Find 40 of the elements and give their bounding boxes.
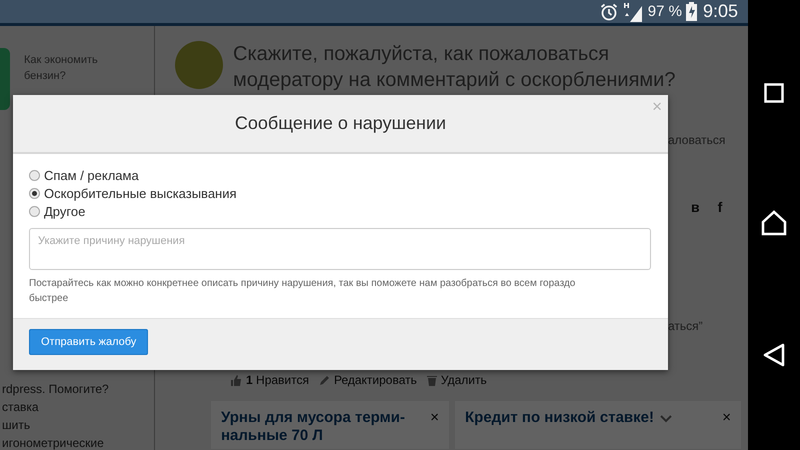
share-button[interactable]: в bbox=[691, 199, 700, 215]
action-link[interactable]: Редактировать bbox=[334, 373, 417, 387]
radio-button[interactable] bbox=[29, 206, 40, 216]
pencil-icon bbox=[318, 374, 330, 386]
answer-text: аловаться bbox=[668, 133, 726, 147]
home-icon[interactable] bbox=[761, 210, 787, 236]
submit-button[interactable]: Отправить жалобу bbox=[29, 329, 148, 355]
ad-title[interactable]: Кредит по низкой ставке! bbox=[465, 409, 654, 427]
sidebar-text: rdpress. Помогите? bbox=[1, 382, 110, 396]
ad-title[interactable]: Урны для мусора терми- нальные 70 Л bbox=[221, 409, 424, 445]
clock-time: 9:05 bbox=[702, 1, 738, 22]
share-button[interactable]: f bbox=[718, 199, 722, 215]
chevron-down-icon bbox=[660, 415, 672, 423]
answer-text: аться” bbox=[668, 319, 704, 333]
question-title: Скажите, пожалуйста, как пожаловаться модератору на комментарий с оскорблениями? bbox=[233, 42, 676, 93]
radio-option[interactable]: Другое bbox=[29, 202, 652, 220]
avatar-circle bbox=[175, 41, 223, 89]
close-button[interactable]: × bbox=[430, 409, 439, 426]
radio-button[interactable] bbox=[29, 188, 40, 198]
close-button[interactable]: × bbox=[722, 409, 731, 426]
back-triangle-icon[interactable] bbox=[763, 342, 785, 367]
sidebar-text: игонометрические bbox=[1, 436, 105, 450]
signal-icon bbox=[622, 2, 644, 22]
radio-button[interactable] bbox=[29, 170, 40, 180]
alarm-clock-icon bbox=[600, 2, 618, 20]
action-link[interactable]: 1 Нравится bbox=[246, 373, 309, 387]
action-link[interactable]: Удалить bbox=[440, 373, 487, 387]
battery-percent: 97 % bbox=[648, 3, 682, 20]
thumbnail-block bbox=[0, 48, 10, 110]
close-button[interactable]: × bbox=[652, 97, 662, 117]
radio-option[interactable]: Оскорбительные высказывания bbox=[29, 184, 652, 202]
radio-option[interactable]: Спам / реклама bbox=[29, 166, 652, 184]
dialog-title: Сообщение о нарушении bbox=[234, 113, 446, 134]
trash-icon bbox=[426, 374, 437, 386]
reason-field[interactable]: Укажите причину нарушения bbox=[29, 228, 651, 270]
thumbs-up-icon bbox=[231, 374, 242, 386]
sidebar-text: ставка bbox=[1, 400, 40, 414]
sidebar-text: шить bbox=[1, 418, 32, 432]
hint-text: Постарайтесь как можно конкретнее описать причину нарушения, так вы поможете нам разобраться во всем гораздо быстрее bbox=[29, 277, 576, 306]
overview-square-icon[interactable] bbox=[764, 83, 784, 104]
